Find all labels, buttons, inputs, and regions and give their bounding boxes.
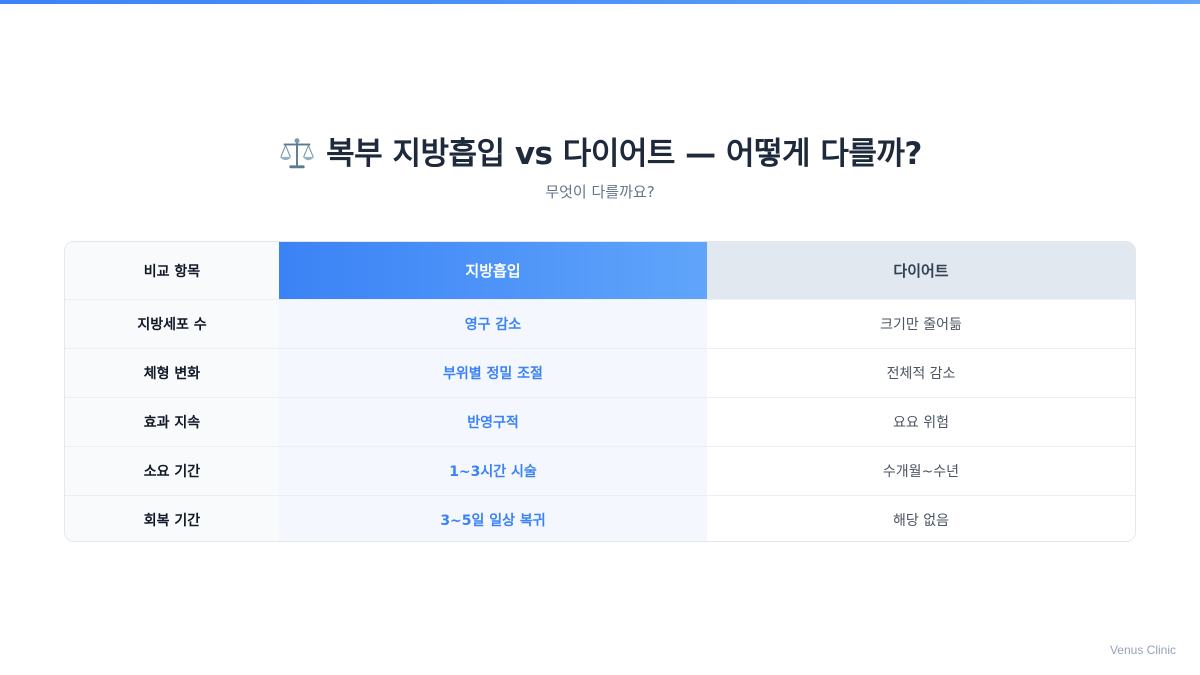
table-row: 소요 기간 1~3시간 시술 수개월~수년 <box>65 446 1135 495</box>
table-row: 체형 변화 부위별 정밀 조절 전체적 감소 <box>65 348 1135 397</box>
page-subtitle: 무엇이 다를까요? <box>545 183 655 201</box>
header-cell-liposuction: 지방흡입 <box>279 242 707 299</box>
diet-value: 전체적 감소 <box>707 349 1135 397</box>
row-label: 소요 기간 <box>65 447 279 495</box>
diet-value: 해당 없음 <box>707 496 1135 541</box>
diet-value: 요요 위험 <box>707 398 1135 446</box>
page-title: 복부 지방흡입 vs 다이어트 — 어떻게 다를까? <box>278 132 922 176</box>
balance-scale-icon <box>280 138 315 169</box>
title-wrap: 복부 지방흡입 vs 다이어트 — 어떻게 다를까? <box>0 132 1200 177</box>
row-label: 체형 변화 <box>65 349 279 397</box>
row-label: 회복 기간 <box>65 496 279 541</box>
top-accent-bar <box>0 0 1200 4</box>
diet-value: 수개월~수년 <box>707 447 1135 495</box>
table-row: 지방세포 수 영구 감소 크기만 줄어듦 <box>65 299 1135 348</box>
table-header-row: 비교 항목 지방흡입 다이어트 <box>65 242 1135 299</box>
liposuction-value: 영구 감소 <box>279 300 707 348</box>
liposuction-value: 1~3시간 시술 <box>279 447 707 495</box>
table-row: 회복 기간 3~5일 일상 복귀 해당 없음 <box>65 495 1135 541</box>
liposuction-value: 3~5일 일상 복귀 <box>279 496 707 541</box>
page-title-text: 복부 지방흡입 vs 다이어트 — 어떻게 다를까? <box>326 136 922 172</box>
row-label: 지방세포 수 <box>65 300 279 348</box>
header-cell-diet: 다이어트 <box>707 242 1135 299</box>
liposuction-value: 반영구적 <box>279 398 707 446</box>
liposuction-value: 부위별 정밀 조절 <box>279 349 707 397</box>
row-label: 효과 지속 <box>65 398 279 446</box>
diet-value: 크기만 줄어듦 <box>707 300 1135 348</box>
comparison-table: 비교 항목 지방흡입 다이어트 지방세포 수 영구 감소 크기만 줄어듦 체형 … <box>64 241 1136 542</box>
header-cell-item: 비교 항목 <box>65 242 279 299</box>
table-row: 효과 지속 반영구적 요요 위험 <box>65 397 1135 446</box>
brand-label: Venus Clinic <box>1109 643 1176 657</box>
